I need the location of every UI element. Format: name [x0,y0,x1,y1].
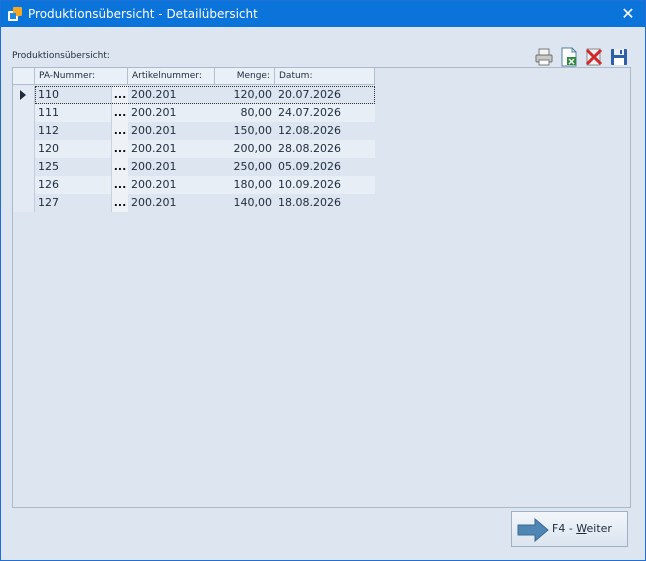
column-header-artikelnummer[interactable]: Artikelnummer: [128,68,215,85]
pa-lookup-button[interactable]: ... [111,194,128,212]
current-row-indicator-icon [20,90,26,100]
cell-artikelnummer[interactable]: 200.201 [128,104,215,122]
cell-menge[interactable]: 250,00 [215,158,275,176]
column-header-pa-nummer[interactable]: PA-Nummer: [35,68,128,85]
cell-artikelnummer[interactable]: 200.201 [128,194,215,212]
column-header-datum[interactable]: Datum: [275,68,375,85]
save-icon[interactable] [609,47,629,67]
cell-datum[interactable]: 18.08.2026 [275,194,375,212]
cell-artikelnummer[interactable]: 200.201 [128,140,215,158]
cell-artikelnummer[interactable]: 200.201 [128,176,215,194]
pa-lookup-button[interactable]: ... [111,176,128,194]
cell-datum[interactable]: 10.09.2026 [275,176,375,194]
cell-datum[interactable]: 28.08.2026 [275,140,375,158]
table-row[interactable]: 127... 200.201 140,00 18.08.2026 [13,194,375,212]
title-bar[interactable]: Produktionsübersicht - Detailübersicht ✕ [1,1,645,27]
cell-pa-nummer[interactable]: 126 [35,176,111,194]
column-header-menge[interactable]: Menge: [215,68,275,85]
pa-lookup-button[interactable]: ... [111,86,128,104]
printer-icon[interactable] [534,47,554,67]
window-title: Produktionsübersicht - Detailübersicht [28,7,258,21]
cell-menge[interactable]: 80,00 [215,104,275,122]
cell-artikelnummer[interactable]: 200.201 [128,158,215,176]
cell-artikelnummer[interactable]: 200.201 [128,86,215,104]
pa-lookup-button[interactable]: ... [111,104,128,122]
row-selector-header [13,68,35,85]
row-selector[interactable] [13,194,35,212]
cell-datum[interactable]: 12.08.2026 [275,122,375,140]
cell-pa-nummer[interactable]: 112 [35,122,111,140]
cell-menge[interactable]: 120,00 [215,86,275,104]
cell-menge[interactable]: 150,00 [215,122,275,140]
table-row[interactable]: 110... 200.201 120,00 20.07.2026 [13,86,375,104]
cell-pa-nummer[interactable]: 111 [35,104,111,122]
row-selector[interactable] [13,104,35,122]
cell-menge[interactable]: 140,00 [215,194,275,212]
next-button-label: F4 - Weiter [552,522,612,535]
row-selector[interactable] [13,86,35,104]
table-row[interactable]: 112... 200.201 150,00 12.08.2026 [13,122,375,140]
cell-datum[interactable]: 05.09.2026 [275,158,375,176]
table-row[interactable]: 126... 200.201 180,00 10.09.2026 [13,176,375,194]
cell-menge[interactable]: 180,00 [215,176,275,194]
cell-artikelnummer[interactable]: 200.201 [128,122,215,140]
detail-window: Produktionsübersicht - Detailübersicht ✕… [0,0,646,561]
table-row[interactable]: 111... 200.201 80,00 24.07.2026 [13,104,375,122]
next-button[interactable]: F4 - Weiter [511,511,628,547]
table-row[interactable]: 120... 200.201 200,00 28.08.2026 [13,140,375,158]
cell-pa-nummer[interactable]: 127 [35,194,111,212]
cell-menge[interactable]: 200,00 [215,140,275,158]
cell-pa-nummer[interactable]: 110 [35,86,111,104]
row-selector[interactable] [13,140,35,158]
table-row[interactable]: 125... 200.201 250,00 05.09.2026 [13,158,375,176]
pa-lookup-button[interactable]: ... [111,140,128,158]
row-selector[interactable] [13,122,35,140]
row-selector[interactable] [13,176,35,194]
pa-lookup-button[interactable]: ... [111,122,128,140]
row-selector[interactable] [13,158,35,176]
delete-icon[interactable] [584,47,604,67]
pa-lookup-button[interactable]: ... [111,158,128,176]
cell-pa-nummer[interactable]: 125 [35,158,111,176]
panel-label: Produktionsübersicht: [12,51,110,61]
app-icon [8,7,22,21]
cell-datum[interactable]: 20.07.2026 [275,86,375,104]
cell-pa-nummer[interactable]: 120 [35,140,111,158]
excel-export-icon[interactable] [559,47,579,67]
production-grid[interactable]: PA-Nummer: Artikelnummer: Menge: Datum: … [12,67,631,508]
arrow-right-icon [517,517,549,543]
cell-datum[interactable]: 24.07.2026 [275,104,375,122]
close-button[interactable]: ✕ [611,1,645,27]
